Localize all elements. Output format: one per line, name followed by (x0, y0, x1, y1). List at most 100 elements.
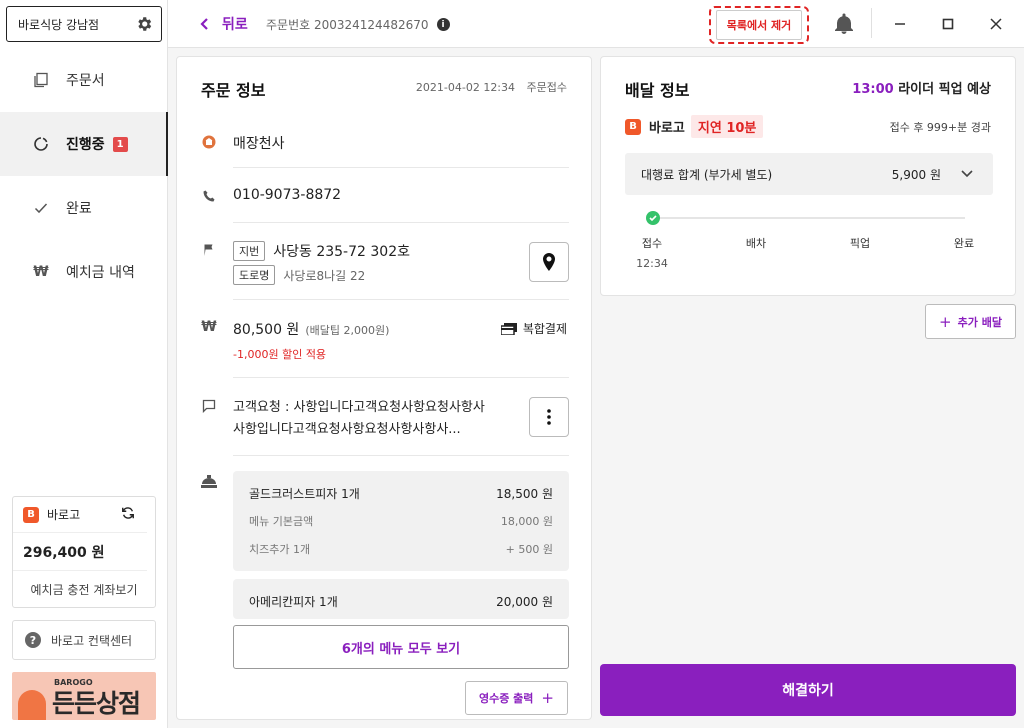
request-line: 사항입니다고객요청사항요청사항사항사... (233, 422, 461, 437)
delivery-tip: (배달팁 2,000원) (305, 324, 390, 337)
pickup-time: 13:00 (852, 82, 894, 97)
request-line: 고객요청 : 사항입니다고객요청사항요청사항사 (233, 400, 485, 415)
divider (233, 377, 569, 378)
deposit-account-link[interactable]: 예치금 충전 계좌보기 (13, 571, 155, 607)
more-options-button[interactable] (529, 397, 569, 437)
more-vertical-icon (547, 409, 551, 425)
store-icon (201, 134, 217, 150)
plus-icon: + (541, 689, 554, 707)
sidebar: 바로식당 강남점 주문서 진행중 1 완료 ₩ 예치금 내역 B 바로고 296… (0, 0, 168, 728)
sidebar-item-label: 주문서 (66, 73, 105, 89)
menu-option-row: 치즈추가 1개 + 500 원 (233, 535, 569, 563)
sidebar-item-label: 완료 (66, 201, 92, 217)
add-delivery-label: 추가 배달 (957, 315, 1002, 329)
payment-method-label: 복합결제 (522, 322, 567, 336)
sidebar-item-label: 예치금 내역 (66, 265, 135, 281)
won-icon: ₩ (33, 264, 49, 280)
customer-request: 고객요청 : 사항입니다고객요청사항요청사항사 사항입니다고객요청사항요청사항사… (233, 397, 513, 441)
chevron-left-icon (200, 18, 208, 30)
store-name: 매장천사 (233, 136, 285, 152)
gear-icon[interactable] (135, 15, 153, 33)
sidebar-item-orders[interactable]: 주문서 (0, 48, 168, 112)
document-icon (32, 71, 50, 89)
step-label: 접수 (641, 237, 663, 250)
phone-number[interactable]: 010-9073-8872 (233, 187, 341, 203)
maximize-icon[interactable] (938, 14, 958, 34)
help-icon: ? (25, 632, 41, 648)
step-label: 배차 (745, 237, 767, 250)
road-address: 도로명 사당로8나길 22 (233, 265, 365, 285)
menu-item-name: 골드크러스트피자 1개 (249, 486, 360, 501)
delivery-fee-summary[interactable]: 대행료 합계 (부가세 별도) 5,900 원 (625, 153, 993, 195)
pickup-text: 라이더 픽업 예상 (898, 82, 991, 97)
info-icon[interactable]: i (436, 18, 450, 31)
close-icon[interactable] (986, 14, 1006, 34)
sidebar-item-label: 진행중 (66, 137, 105, 153)
step-label: 픽업 (849, 237, 871, 250)
phone-icon (201, 188, 217, 204)
fee-label: 대행료 합계 (부가세 별도) (641, 167, 773, 182)
menu-item-card: 골드크러스트피자 1개 18,500 원 메뉴 기본금액 18,000 원 치즈… (233, 471, 569, 571)
add-delivery-button[interactable]: + 추가 배달 (925, 304, 1016, 339)
print-receipt-button[interactable]: 영수증 출력 + (465, 681, 568, 715)
store-selector[interactable]: 바로식당 강남점 (6, 6, 162, 42)
banner-title: 든든상점 (52, 689, 141, 718)
divider (233, 222, 569, 223)
divider (233, 455, 569, 456)
road-address-text: 사당로8나길 22 (283, 268, 366, 283)
remove-from-list-button[interactable]: 목록에서 제거 (715, 10, 803, 40)
lot-address: 지번 사당동 235-72 302호 (233, 241, 410, 261)
order-number: 주문번호 200324124482670 i (266, 16, 450, 33)
discount-text: -1,000원 할인 적용 (233, 348, 327, 361)
step-complete: 완료 (944, 235, 984, 251)
food-icon (201, 473, 217, 489)
top-bar: 뒤로 주문번호 200324124482670 i 목록에서 제거 (168, 0, 1024, 48)
fee-value: 5,900 원 (891, 167, 941, 182)
won-icon: ₩ (201, 319, 217, 335)
menu-item-name: 아메리칸피자 1개 (249, 594, 338, 609)
deposit-amount: 296,400 원 (13, 533, 147, 571)
menu-item-row: 골드크러스트피자 1개 18,500 원 (233, 479, 569, 507)
map-pin-icon (543, 253, 555, 271)
menu-option-name: 치즈추가 1개 (249, 543, 311, 556)
sidebar-item-done[interactable]: 완료 (0, 176, 168, 240)
step-complete-icon (646, 211, 660, 225)
menu-option-price: 18,000 원 (500, 515, 553, 528)
menu-option-price: + 500 원 (505, 543, 553, 556)
sidebar-item-in-progress[interactable]: 진행중 1 (0, 112, 168, 176)
chevron-down-icon (961, 170, 973, 178)
deposit-brand: 바로고 (47, 508, 81, 522)
pickup-estimate: 13:00 라이더 픽업 예상 (852, 78, 991, 97)
delivery-company: B 바로고 지연 10분 (625, 115, 764, 138)
order-title: 주문 정보 (201, 81, 266, 100)
print-receipt-label: 영수증 출력 (478, 692, 534, 705)
minimize-icon[interactable] (890, 14, 910, 34)
map-pin-button[interactable] (529, 242, 569, 282)
delivery-info-panel: 배달 정보 13:00 라이더 픽업 예상 B 바로고 지연 10분 접수 후 … (600, 56, 1016, 296)
refresh-icon[interactable] (121, 506, 135, 524)
step-dispatch: 배차 (736, 235, 776, 251)
delivery-title: 배달 정보 (625, 81, 690, 100)
barogo-logo-icon: B (23, 506, 39, 523)
barogo-logo-icon: B (625, 118, 641, 135)
divider (233, 167, 569, 168)
delay-badge: 지연 10분 (690, 115, 764, 138)
promo-banner[interactable]: BAROGO 든든상점 (12, 672, 156, 720)
bell-icon[interactable] (832, 12, 856, 36)
road-tag: 도로명 (233, 265, 276, 285)
flag-icon (201, 242, 217, 258)
contact-center-button[interactable]: ? 바로고 컨택센터 (12, 620, 156, 660)
count-badge: 1 (112, 136, 128, 152)
resolve-button[interactable]: 해결하기 (600, 664, 1016, 716)
order-number-text: 주문번호 200324124482670 (266, 18, 429, 32)
character-icon (18, 690, 46, 720)
view-all-menus-button[interactable]: 6개의 메뉴 모두 보기 (233, 625, 569, 669)
menu-item-price: 20,000 원 (496, 594, 553, 609)
total-price: 80,500 원 (233, 322, 300, 338)
plus-icon: + (939, 312, 952, 331)
sidebar-item-deposit-history[interactable]: ₩ 예치금 내역 (0, 240, 168, 304)
comment-icon (201, 398, 217, 414)
check-icon (32, 199, 50, 217)
back-button[interactable]: 뒤로 (198, 14, 248, 34)
menu-option-row: 메뉴 기본금액 18,000 원 (233, 507, 569, 535)
